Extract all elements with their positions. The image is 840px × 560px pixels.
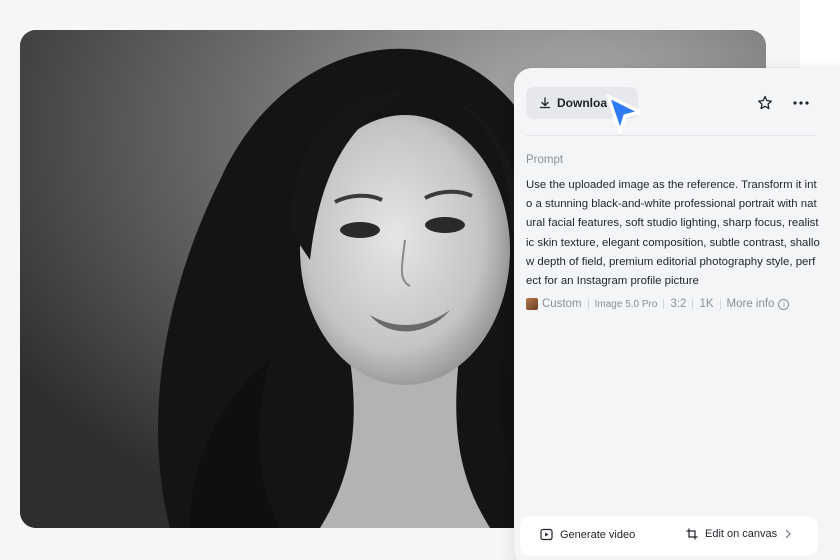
header-divider (526, 135, 816, 136)
generate-video-button[interactable]: Generate video (540, 528, 635, 541)
meta-separator (692, 299, 694, 309)
chevron-right-icon (786, 529, 792, 539)
meta-separator (587, 299, 589, 309)
pointer-cursor-icon (606, 94, 642, 134)
favorite-button[interactable] (755, 93, 775, 113)
more-options-button[interactable] (790, 93, 812, 113)
style-label: Custom (542, 298, 582, 310)
model-label: Image 5.0 Pro (594, 298, 658, 310)
action-bar: Generate video Edit on canvas (520, 516, 818, 556)
resolution-label: 1K (699, 298, 714, 310)
edit-on-canvas-button[interactable]: Edit on canvas (686, 528, 792, 540)
more-horizontal-icon (793, 101, 809, 105)
meta-separator (663, 299, 665, 309)
prompt-text: Use the uploaded image as the reference.… (526, 179, 820, 288)
play-icon (540, 528, 553, 541)
ratio-label: 3:2 (670, 298, 687, 310)
style-thumbnail (526, 298, 538, 310)
meta-separator (719, 299, 721, 309)
generate-video-label: Generate video (560, 528, 636, 541)
info-icon[interactable]: i (778, 298, 790, 310)
image-details-panel: Downloa Prompt Use the uploaded image as… (514, 68, 840, 560)
prompt-label: Prompt (526, 154, 564, 166)
edit-on-canvas-label: Edit on canvas (705, 528, 778, 540)
star-icon (758, 95, 772, 110)
generation-meta: Custom Image 5.0 Pro 3:2 1K More info i (526, 298, 790, 310)
crop-icon (686, 528, 698, 540)
download-icon (539, 97, 551, 109)
more-info-link[interactable]: More info (727, 298, 775, 310)
